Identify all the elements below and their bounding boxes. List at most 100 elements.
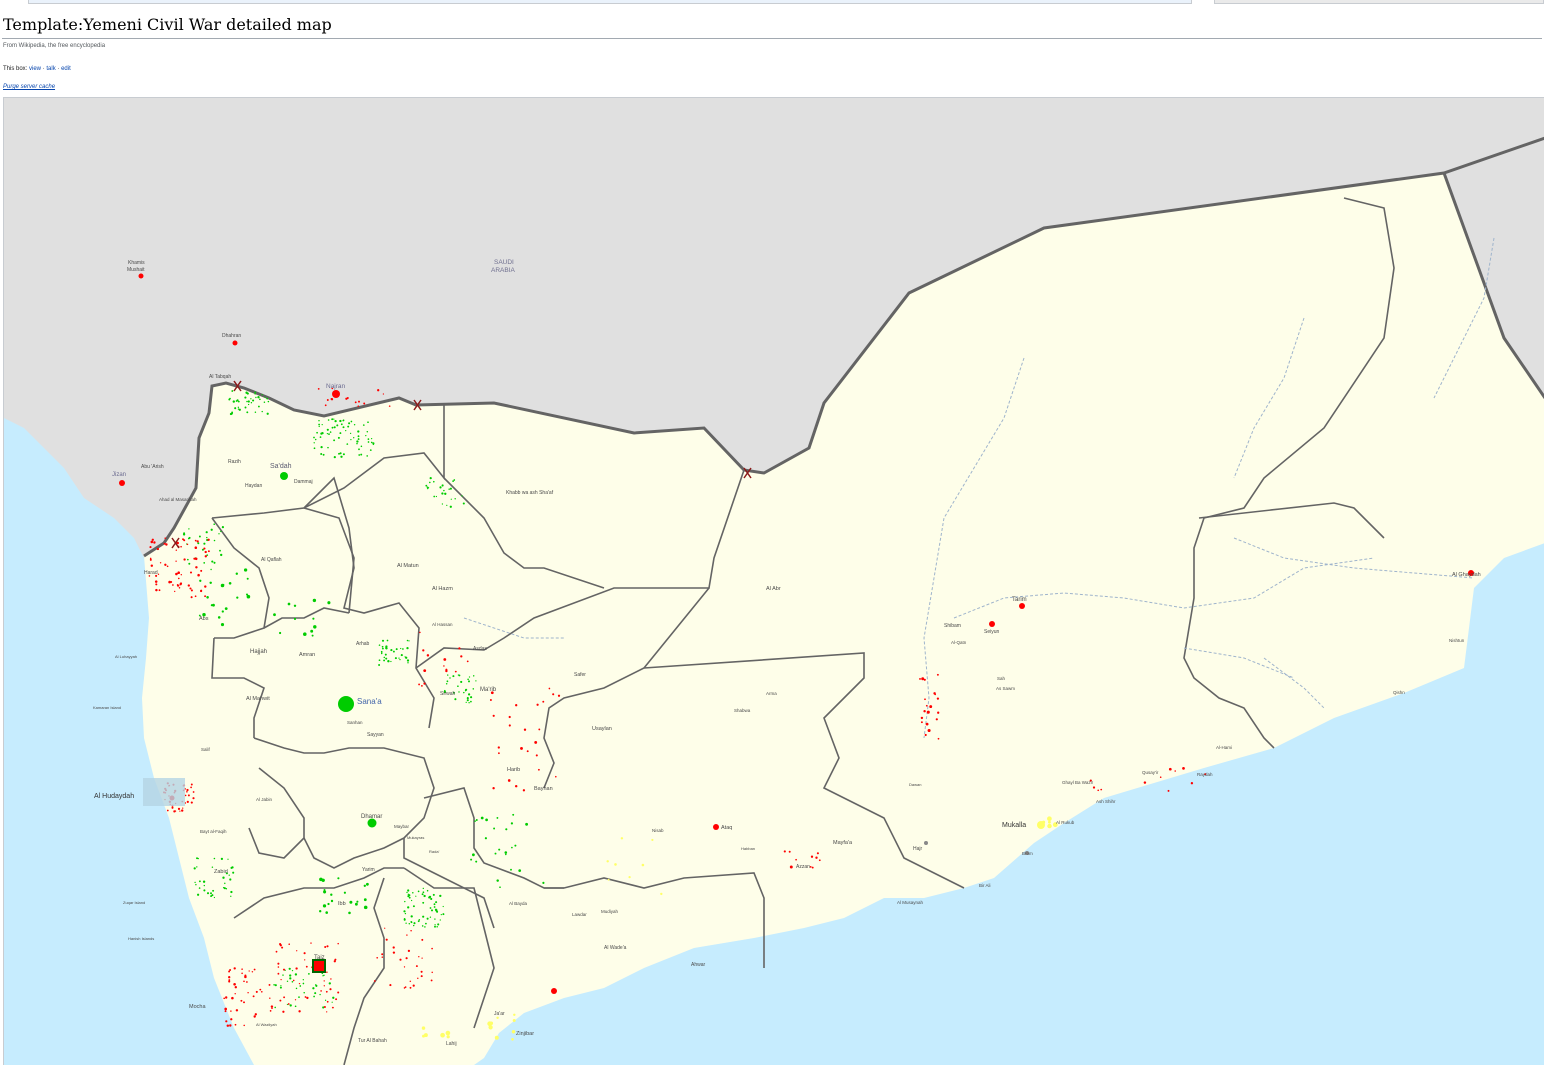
houthi-dot xyxy=(178,587,181,589)
government-dot xyxy=(220,857,224,861)
houthi-dot xyxy=(175,572,178,576)
government-dot xyxy=(314,992,317,995)
government-dot xyxy=(339,419,342,423)
houthi-dot xyxy=(337,942,339,945)
houthi-dot xyxy=(384,927,386,929)
label-arma: Arma xyxy=(766,691,777,696)
label-safer: Safer xyxy=(574,672,586,678)
houthi-dot xyxy=(244,975,247,979)
label-ghayl-ba-wazir: Ghayl Ba Wazir xyxy=(1062,780,1094,785)
search-bar[interactable] xyxy=(28,0,1192,4)
houthi-dot xyxy=(187,584,190,587)
houthi-dot xyxy=(363,402,366,405)
government-dot xyxy=(257,396,260,399)
houthi-dot xyxy=(179,810,181,812)
aqap-dot xyxy=(628,875,631,879)
houthi-dot xyxy=(497,746,500,749)
houthi-dot xyxy=(431,971,433,974)
label-ash-shihr: Ash Shihr xyxy=(1096,799,1116,804)
government-dot xyxy=(342,453,345,456)
houthi-dot xyxy=(498,752,500,755)
houthi-dot xyxy=(354,401,357,404)
houthi-dot xyxy=(199,589,203,593)
government-dot xyxy=(408,922,411,925)
government-dot xyxy=(196,893,200,896)
government-dot xyxy=(468,702,470,704)
label-mukayras: Mukayras xyxy=(407,835,424,840)
government-dot xyxy=(259,398,261,401)
government-dot xyxy=(415,895,417,897)
label-haydan: Haydan xyxy=(245,483,262,489)
government-dot xyxy=(350,420,353,423)
label-jizan: Jizan xyxy=(112,472,126,478)
talk-link[interactable]: talk xyxy=(46,66,55,72)
view-link[interactable]: view xyxy=(29,66,41,72)
government-dot xyxy=(235,572,238,575)
houthi-dot xyxy=(537,768,540,771)
houthi-dot xyxy=(317,387,320,390)
government-dot xyxy=(324,999,327,1001)
houthi-dot xyxy=(151,538,154,541)
government-dot xyxy=(217,616,221,619)
government-dot xyxy=(343,891,346,894)
houthi-dot xyxy=(255,990,258,993)
government-dot xyxy=(198,880,201,883)
government-dot xyxy=(406,659,410,662)
label-qishn: Qishn xyxy=(1393,690,1405,695)
label-qusayir: Qusay'ir xyxy=(1142,770,1159,775)
government-dot xyxy=(333,439,336,442)
edit-link[interactable]: edit xyxy=(61,66,71,72)
houthi-dot xyxy=(194,546,198,549)
houthi-dot xyxy=(323,985,325,987)
government-dot xyxy=(244,396,247,399)
houthi-dot xyxy=(1182,767,1185,770)
government-dot xyxy=(366,431,369,433)
houthi-dot xyxy=(815,856,818,859)
label-dawan: Dawan xyxy=(909,782,921,787)
government-dot xyxy=(302,979,304,981)
government-dot xyxy=(182,533,186,536)
houthi-dot xyxy=(1100,788,1103,791)
houthi-dot xyxy=(492,714,495,717)
houthi-dot xyxy=(421,685,423,687)
government-dot xyxy=(468,680,470,683)
houthi-dot xyxy=(193,557,196,560)
houthi-dot xyxy=(1097,789,1100,792)
government-dot xyxy=(358,448,360,451)
map-container[interactable]: SAUDI ARABIA Najran Khamis Mushait Dhahr… xyxy=(3,97,1544,1065)
houthi-dot xyxy=(298,982,301,985)
government-dot xyxy=(471,853,475,857)
label-al-qaflah: Al Qaflah xyxy=(261,557,282,563)
houthi-dot xyxy=(538,728,541,731)
government-dot xyxy=(313,625,317,629)
government-dot xyxy=(514,844,517,847)
houthi-dot xyxy=(179,583,182,586)
houthi-dot xyxy=(204,595,207,598)
government-dot xyxy=(220,553,223,557)
government-dot xyxy=(454,498,456,500)
houthi-dot xyxy=(228,976,231,979)
government-dot xyxy=(229,878,232,881)
government-dot xyxy=(313,442,315,444)
label-nisab: Nisab xyxy=(652,828,664,833)
houthi-dot xyxy=(190,783,193,786)
government-dot xyxy=(381,639,385,642)
government-dot xyxy=(332,996,335,999)
yemen-map[interactable]: SAUDI ARABIA Najran Khamis Mushait Dhahr… xyxy=(4,98,1544,1065)
government-dot xyxy=(244,406,247,409)
government-dot xyxy=(365,882,369,886)
government-dot xyxy=(232,400,235,403)
houthi-dot xyxy=(1092,786,1096,789)
government-dot xyxy=(441,492,444,495)
houthi-dot xyxy=(195,566,198,569)
houthi-dot xyxy=(280,978,282,981)
houthi-dot xyxy=(789,865,793,869)
government-dot xyxy=(230,895,232,897)
houthi-dot xyxy=(196,540,199,543)
houthi-dot xyxy=(190,589,193,592)
houthi-dot xyxy=(783,850,786,853)
government-dot xyxy=(303,991,305,994)
houthi-dot xyxy=(230,1010,232,1012)
government-dot xyxy=(385,657,388,660)
purge-cache-link[interactable]: Purge server cache xyxy=(3,84,55,90)
